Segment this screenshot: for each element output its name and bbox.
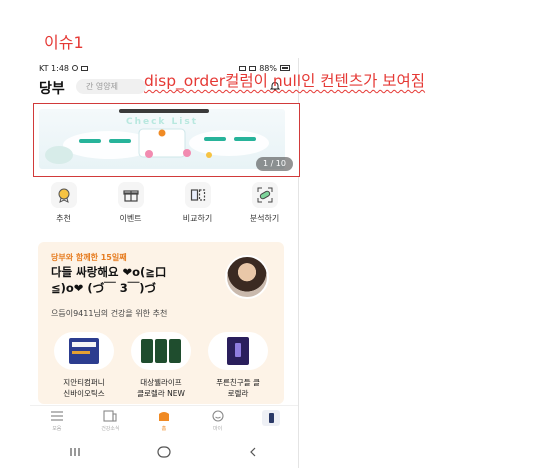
product-label: 푸른친구들 클 로렐라	[216, 378, 260, 398]
profile-icon	[212, 410, 224, 422]
product-image	[208, 332, 268, 370]
product-item[interactable]: 푸른친구들 클 로렐라	[200, 332, 276, 399]
quick-label: 분석하기	[249, 214, 280, 223]
tab-my[interactable]: 마이	[191, 406, 245, 436]
avatar[interactable]	[225, 255, 269, 299]
card-kicker: 당부와 함께한 15일째	[51, 253, 127, 262]
system-nav-bar	[30, 436, 298, 468]
home-icon	[158, 412, 169, 421]
gift-icon	[117, 182, 144, 208]
tab-bar: 모음 건강소식 홈 마이	[30, 405, 298, 436]
status-time: KT 1:48	[39, 63, 70, 73]
phone-icon	[262, 410, 281, 426]
banner-illustration	[45, 128, 269, 164]
quick-item-recommend[interactable]: 추천	[30, 181, 97, 231]
quick-menu: 추천 이벤트 비교하기 분석하기	[30, 181, 298, 231]
banner-image: Check List	[39, 109, 285, 169]
compare-icon	[184, 182, 211, 208]
card-heading: 다들 싸랑해요 ❤o(≧口 ≦)o❤ (づ￣ 3￣)づ	[51, 265, 167, 295]
banner-carousel[interactable]: Check List 1 / 10	[33, 103, 300, 177]
quick-item-analyze[interactable]: 분석하기	[231, 181, 298, 231]
product-image	[54, 332, 114, 370]
tab-label: 모음	[52, 426, 62, 432]
status-dot-icon	[72, 65, 79, 71]
product-label: 대상웰라이프 클로렐라 NEW	[137, 378, 185, 398]
tab-label: 건강소식	[101, 426, 120, 432]
tab-label: 홈	[161, 426, 167, 432]
tab-news[interactable]: 건강소식	[84, 406, 138, 436]
annotation-note: disp_order컬럼이 null인 컨텐츠가 보여짐	[144, 72, 426, 90]
home-circle-icon[interactable]	[149, 442, 179, 462]
app-logo: 당부	[39, 81, 65, 97]
recommend-card: 당부와 함께한 15일째 다들 싸랑해요 ❤o(≧口 ≦)o❤ (づ￣ 3￣)づ…	[38, 242, 284, 404]
pill-analysis-icon	[251, 182, 278, 208]
medal-icon	[50, 182, 77, 208]
quick-label: 추천	[56, 214, 71, 223]
issue-title: 이슈1	[44, 33, 84, 52]
recent-apps-icon[interactable]	[60, 442, 90, 462]
tab-home[interactable]: 홈	[137, 406, 191, 436]
quick-item-event[interactable]: 이벤트	[97, 181, 164, 231]
card-subtitle: 으듬이9411님의 건강을 위한 추천	[51, 309, 168, 318]
tab-extra[interactable]	[244, 406, 298, 436]
quick-label: 이벤트	[119, 214, 142, 223]
tab-label: 마이	[212, 426, 223, 432]
product-label: 지안티컴퍼니 신바이오틱스	[63, 378, 105, 398]
status-notification-icon	[81, 65, 89, 71]
product-item[interactable]: 지안티컴퍼니 신바이오틱스	[46, 332, 122, 399]
quick-item-compare[interactable]: 비교하기	[164, 181, 231, 231]
product-item[interactable]: 대상웰라이프 클로렐라 NEW	[123, 332, 199, 399]
search-input[interactable]: 간 영양제	[76, 79, 146, 94]
product-list: 지안티컴퍼니 신바이오틱스 대상웰라이프 클로렐라 NEW 푸른친구들 클 로렐…	[46, 332, 276, 399]
back-icon[interactable]	[238, 442, 268, 462]
news-icon	[103, 410, 117, 422]
product-image	[131, 332, 191, 370]
banner-page-indicator: 1 / 10	[255, 157, 293, 171]
quick-label: 비교하기	[182, 214, 213, 223]
tab-menu[interactable]: 모음	[30, 406, 84, 436]
menu-icon	[50, 411, 63, 421]
